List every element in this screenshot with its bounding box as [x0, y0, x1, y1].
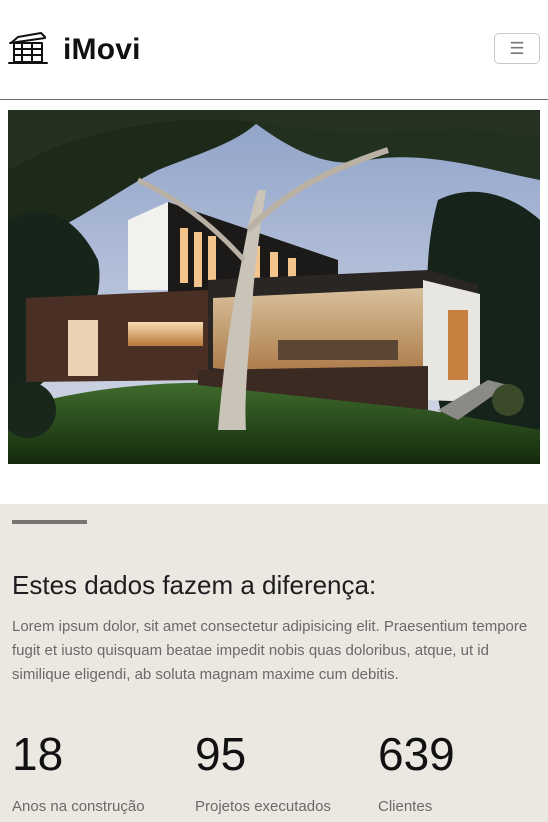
stats-heading: Estes dados fazem a diferença:: [12, 570, 377, 600]
brand-name: iMovi: [63, 33, 141, 66]
hamburger-menu-icon: ☰: [509, 39, 525, 58]
navbar: iMovi ☰: [0, 0, 548, 100]
stats-section: Estes dados fazem a diferença: Lorem ips…: [0, 504, 548, 822]
navbar-toggle-button[interactable]: ☰: [494, 33, 540, 64]
stat-label: Projetos executados: [195, 798, 331, 815]
stat-years: 18 Anos na construção: [12, 728, 145, 815]
stat-value: 95: [195, 728, 247, 780]
brand-link[interactable]: iMovi: [8, 30, 141, 70]
hero-image: [8, 110, 540, 464]
stat-value: 639: [378, 728, 455, 780]
stat-label: Clientes: [378, 798, 433, 815]
section-divider: [12, 520, 87, 524]
stat-value: 18: [12, 728, 64, 780]
stat-projects: 95 Projetos executados: [195, 728, 331, 815]
stats-description: Lorem ipsum dolor, sit amet consectetur …: [12, 618, 528, 683]
stat-label: Anos na construção: [12, 798, 145, 815]
house-icon: [8, 30, 48, 71]
stat-clients: 639 Clientes: [378, 728, 455, 815]
